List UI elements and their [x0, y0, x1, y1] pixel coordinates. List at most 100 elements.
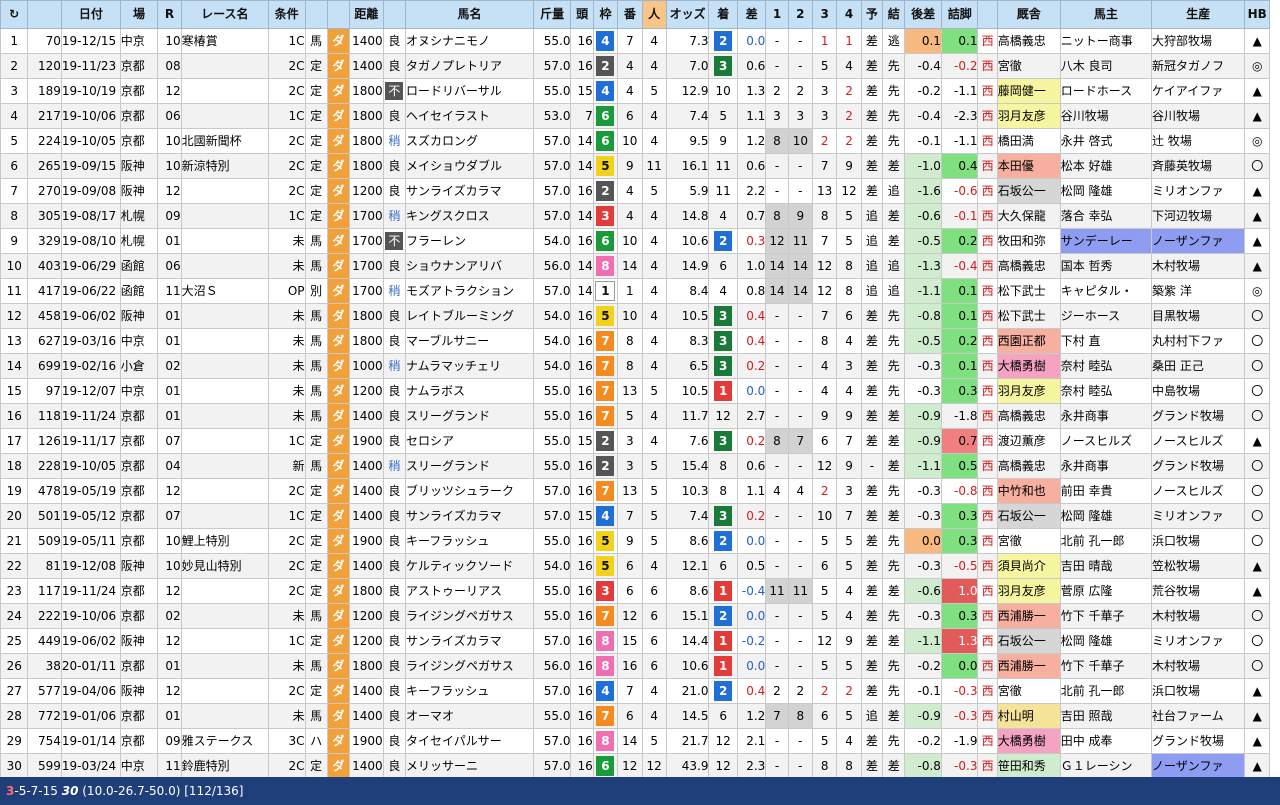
- hb-mark[interactable]: ▲: [1244, 203, 1270, 229]
- horse-name[interactable]: ショウナンアリバ: [405, 253, 534, 279]
- hb-mark[interactable]: ▲: [1244, 178, 1270, 204]
- column-header[interactable]: レース名: [180, 0, 269, 29]
- table-row[interactable]: 2 120 19-11/23 京都 08 2C 定ダ 1400 良タガノプレトリア 57.0 16 2…: [0, 53, 1270, 79]
- horse-name[interactable]: ケルティックソード: [405, 553, 534, 579]
- hb-mark[interactable]: ▲: [1244, 703, 1270, 729]
- hb-mark[interactable]: 〇: [1244, 653, 1270, 679]
- hb-mark[interactable]: ◎: [1244, 53, 1270, 79]
- horse-name[interactable]: フラーレン: [405, 228, 534, 254]
- horse-name[interactable]: キーフラッシュ: [405, 528, 534, 554]
- hb-mark[interactable]: 〇: [1244, 328, 1270, 354]
- horse-name[interactable]: ヘイセイラスト: [405, 103, 534, 129]
- column-header[interactable]: 2: [787, 0, 814, 29]
- hb-mark[interactable]: 〇: [1244, 303, 1270, 329]
- horse-name[interactable]: ライジングペガサス: [405, 653, 534, 679]
- hb-mark[interactable]: ▲: [1244, 553, 1270, 579]
- column-header[interactable]: [977, 0, 998, 29]
- horse-name[interactable]: ナムラボス: [405, 378, 534, 404]
- table-row[interactable]: 14 699 19-02/16 小倉 02 未馬ダ 1000 稍ナムラマッチェリ 54.0 16 7…: [0, 353, 1270, 379]
- column-header[interactable]: [27, 0, 62, 29]
- hb-mark[interactable]: 〇: [1244, 378, 1270, 404]
- column-header[interactable]: 斤量: [532, 0, 572, 29]
- horse-name[interactable]: ナムラマッチェリ: [405, 353, 534, 379]
- table-row[interactable]: 13 627 19-03/16 中京 01 未馬ダ 1800 良マーブルサニー 54.0 16 7 8…: [0, 328, 1270, 354]
- column-header[interactable]: 馬主: [1059, 0, 1153, 29]
- column-header[interactable]: [382, 0, 407, 29]
- hb-mark[interactable]: ▲: [1244, 253, 1270, 279]
- hb-mark[interactable]: 〇: [1244, 403, 1270, 429]
- column-header[interactable]: 3: [812, 0, 838, 29]
- column-header[interactable]: 場: [119, 0, 159, 29]
- table-row[interactable]: 25 449 19-06/02 阪神 12 1C 定ダ 1200 良サンライズカラマ 57.0 16…: [0, 628, 1270, 654]
- horse-name[interactable]: スズカロング: [405, 128, 534, 154]
- column-header[interactable]: 差: [736, 0, 767, 29]
- column-header[interactable]: 条件: [267, 0, 306, 29]
- table-row[interactable]: 20 501 19-05/12 京都 07 1C 定ダ 1400 良サンライズカラマ 57.0 15…: [0, 503, 1270, 529]
- hb-mark[interactable]: 〇: [1244, 628, 1270, 654]
- column-header[interactable]: 番: [617, 0, 643, 29]
- hb-mark[interactable]: ▲: [1244, 678, 1270, 704]
- horse-name[interactable]: サンライズカラマ: [405, 503, 534, 529]
- column-header[interactable]: 厩舎: [996, 0, 1061, 29]
- column-header[interactable]: 予: [860, 0, 884, 29]
- table-row[interactable]: 18 228 19-10/05 京都 04 新馬ダ 1400 稍スリーグランド 55.0 16 2 3…: [0, 453, 1270, 479]
- column-header[interactable]: [304, 0, 328, 29]
- hb-mark[interactable]: ▲: [1244, 428, 1270, 454]
- horse-name[interactable]: タイセイパルサー: [405, 728, 534, 754]
- horse-name[interactable]: モズアトラクション: [405, 278, 534, 304]
- table-row[interactable]: 4 217 19-10/06 京都 06 1C 定ダ 1800 良ヘイセイラスト 53.0 7 6 6 4…: [0, 103, 1270, 129]
- table-row[interactable]: 30 599 19-03/24 中京 11 鈴鹿特別 2C 定ダ 1400 良メリッサーニ 57.0…: [0, 753, 1270, 779]
- horse-name[interactable]: メリッサーニ: [405, 753, 534, 779]
- hb-mark[interactable]: 〇: [1244, 603, 1270, 629]
- horse-name[interactable]: ブリッツシュラーク: [405, 478, 534, 504]
- table-row[interactable]: 22 81 19-12/08 阪神 10 妙見山特別 2C 定ダ 1400 良ケルティックソード 5…: [0, 553, 1270, 579]
- hb-mark[interactable]: 〇: [1244, 528, 1270, 554]
- table-row[interactable]: 24 222 19-10/06 京都 02 未馬ダ 1200 良ライジングペガサス 55.0 16…: [0, 603, 1270, 629]
- horse-name[interactable]: キングスクロス: [405, 203, 534, 229]
- column-header[interactable]: 1: [765, 0, 789, 29]
- table-row[interactable]: 3 189 19-10/19 京都 12 2C 定ダ 1800 不ロードリバーサル 55.0 15 4…: [0, 78, 1270, 104]
- refresh-icon[interactable]: ↻: [0, 0, 29, 29]
- hb-mark[interactable]: 〇: [1244, 503, 1270, 529]
- horse-name[interactable]: スリーグランド: [405, 453, 534, 479]
- table-row[interactable]: 21 509 19-05/11 京都 10 鯉上特別 2C 定ダ 1900 良キーフラッシュ 55.…: [0, 528, 1270, 554]
- horse-name[interactable]: セロシア: [405, 428, 534, 454]
- column-header[interactable]: 人: [641, 0, 667, 29]
- horse-name[interactable]: ロードリバーサル: [405, 78, 534, 104]
- table-row[interactable]: 1 70 19-12/15 中京 10 寒椿賞 1C 馬ダ 1400 良オヌシナニモノ 55.0 16…: [0, 28, 1270, 54]
- table-row[interactable]: 5 224 19-10/05 京都 10 北國新聞杯 2C 定ダ 1800 稍スズカロング 57.0…: [0, 128, 1270, 154]
- column-header[interactable]: 4: [836, 0, 862, 29]
- horse-name[interactable]: ライジングペガサス: [405, 603, 534, 629]
- table-row[interactable]: 12 458 19-06/02 阪神 01 未馬ダ 1800 良レイトブルーミング 54.0 16…: [0, 303, 1270, 329]
- column-header[interactable]: 距離: [349, 0, 384, 29]
- table-row[interactable]: 23 117 19-11/24 京都 12 2C 定ダ 1800 良アストゥーリアス 55.0 16…: [0, 578, 1270, 604]
- table-row[interactable]: 9 329 19-08/10 札幌 01 未馬ダ 1700 不フラーレン 54.0 16 6 10 4 1…: [0, 228, 1270, 254]
- horse-name[interactable]: スリーグランド: [405, 403, 534, 429]
- table-row[interactable]: 8 305 19-08/17 札幌 09 1C 定ダ 1700 稍キングスクロス 57.0 14 3 4…: [0, 203, 1270, 229]
- table-row[interactable]: 19 478 19-05/19 京都 12 2C 定ダ 1400 良ブリッツシュラーク 57.0 1…: [0, 478, 1270, 504]
- hb-mark[interactable]: 〇: [1244, 453, 1270, 479]
- table-row[interactable]: 10 403 19-06/29 函館 06 未馬ダ 1700 良ショウナンアリバ 56.0 14 8…: [0, 253, 1270, 279]
- horse-name[interactable]: アストゥーリアス: [405, 578, 534, 604]
- horse-name[interactable]: レイトブルーミング: [405, 303, 534, 329]
- hb-mark[interactable]: ▲: [1244, 78, 1270, 104]
- column-header[interactable]: 馬名: [405, 0, 534, 29]
- hb-mark[interactable]: ▲: [1244, 578, 1270, 604]
- horse-name[interactable]: キーフラッシュ: [405, 678, 534, 704]
- column-header[interactable]: 頭: [570, 0, 594, 29]
- column-header[interactable]: 着: [708, 0, 738, 29]
- horse-name[interactable]: サンライズカラマ: [405, 628, 534, 654]
- table-row[interactable]: 28 772 19-01/06 京都 01 未馬ダ 1400 良オーマオ 55.0 16 7 6 4 14…: [0, 703, 1270, 729]
- column-header[interactable]: HB: [1244, 0, 1270, 29]
- column-header[interactable]: オッズ: [665, 0, 710, 29]
- hb-mark[interactable]: ▲: [1244, 28, 1270, 54]
- hb-mark[interactable]: ◎: [1244, 278, 1270, 304]
- horse-name[interactable]: オヌシナニモノ: [405, 28, 534, 54]
- table-row[interactable]: 16 118 19-11/24 京都 01 未馬ダ 1400 良スリーグランド 55.0 16 7 5…: [0, 403, 1270, 429]
- hb-mark[interactable]: ▲: [1244, 228, 1270, 254]
- horse-name[interactable]: タガノプレトリア: [405, 53, 534, 79]
- column-header[interactable]: 結: [882, 0, 906, 29]
- horse-name[interactable]: メイショウダブル: [405, 153, 534, 179]
- horse-name[interactable]: マーブルサニー: [405, 328, 534, 354]
- column-header[interactable]: R: [157, 0, 182, 29]
